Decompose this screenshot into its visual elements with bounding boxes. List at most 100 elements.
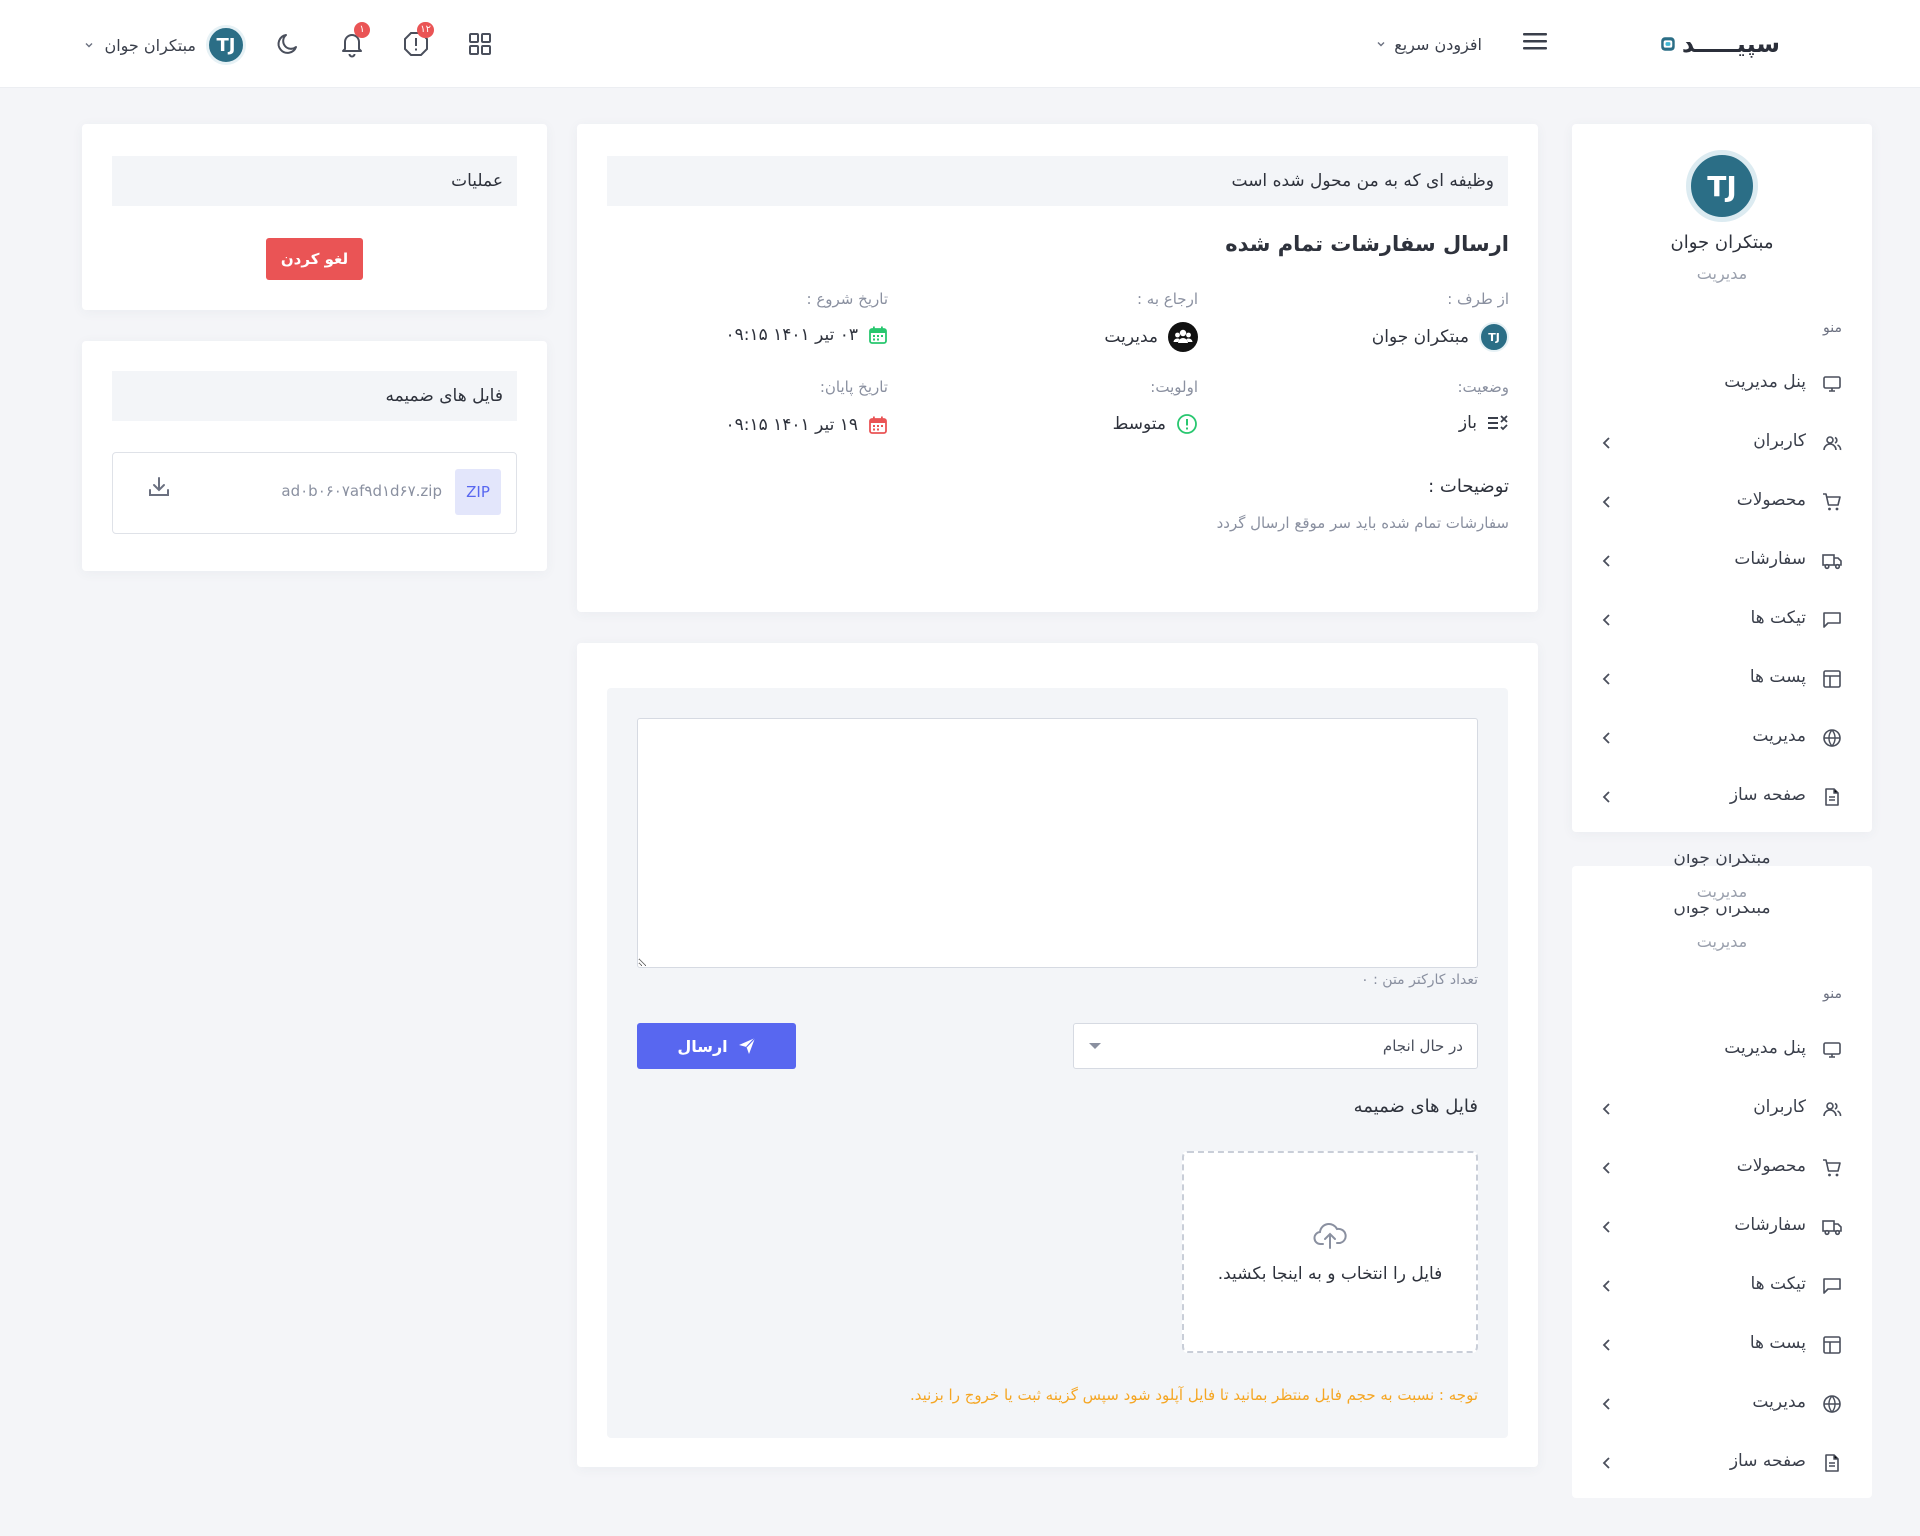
notifications-badge: ۱ [354, 22, 370, 38]
sidebar-item-1[interactable]: کاربران [1600, 421, 1842, 465]
users-group-icon [1168, 322, 1198, 352]
ghost-menu-caption: منو [1823, 986, 1842, 1002]
user-name: مبتکران جوان [104, 35, 196, 55]
moon-icon [277, 34, 297, 54]
sidebar-ghost-item-4[interactable]: تیکت ها [1600, 1264, 1842, 1308]
reply-attach-title: فایل های ضمیمه [1353, 1096, 1478, 1117]
cancel-button[interactable]: لغو کردن [266, 238, 363, 280]
sidebar-ghost-item-label: تیکت ها [1750, 1274, 1807, 1294]
sidebar-ghost-item-6[interactable]: مدیریت [1600, 1382, 1842, 1426]
sidebar-ghost-item-5[interactable]: پست ها [1600, 1323, 1842, 1367]
sidebar-ghost-item-7[interactable]: صفحه ساز [1600, 1441, 1842, 1485]
dropzone-text: فایل را انتخاب و به اینجا بکشید. [1217, 1264, 1443, 1284]
assigned-value: مدیریت [1104, 322, 1198, 352]
file-icon [1825, 1454, 1839, 1472]
attachment-item[interactable]: ZIP ad۰b۰۶۰۷af۹d۱d۶۷.zip [112, 452, 517, 534]
truck-icon [1822, 554, 1842, 570]
alerts-badge: ۱۲ [417, 22, 434, 38]
priority-value: متوسط [1113, 413, 1198, 435]
message-icon [1823, 612, 1841, 628]
upload-note: توجه : نسبت به حجم فایل منتظر بمانید تا … [909, 1386, 1478, 1404]
ghost-profile-role: مدیریت [1696, 882, 1748, 901]
sidebar-item-label: محصولات [1736, 490, 1806, 510]
quick-add-dropdown[interactable]: افزودن سریع [1372, 31, 1482, 57]
send-icon [738, 1037, 756, 1054]
from-avatar: TJ [1479, 322, 1509, 352]
sidebar-profile-role: مدیریت [1696, 264, 1748, 283]
chevron-left-icon [1602, 732, 1610, 744]
dark-mode-toggle[interactable] [272, 30, 302, 60]
ghost-profile-role-2: مدیریت [1696, 932, 1748, 951]
start-value-text: ۰۳ تیر ۱۴۰۱ ۰۹:۱۵ [725, 325, 858, 345]
send-label: ارسال [677, 1036, 728, 1056]
char-count: تعداد کارکتر متن : ۰ [1361, 972, 1478, 988]
task-card-header: وظیفه ای که به من محول شده است [607, 156, 1508, 206]
sidebar-item-label: تیکت ها [1750, 608, 1807, 628]
status-select[interactable]: در حال انجام [1073, 1023, 1478, 1069]
send-button[interactable]: ارسال [637, 1023, 796, 1069]
sidebar-ghost-item-label: صفحه ساز [1729, 1451, 1806, 1471]
file-icon [1825, 788, 1839, 806]
sidebar-ghost-item-2[interactable]: محصولات [1600, 1146, 1842, 1190]
reply-textarea[interactable] [637, 718, 1478, 968]
sidebar-item-2[interactable]: محصولات [1600, 480, 1842, 524]
operations-header: عملیات [112, 156, 517, 206]
chevron-left-icon [1602, 1339, 1610, 1351]
apps-button[interactable] [464, 30, 494, 60]
sidebar-ghost-item-0[interactable]: پنل مدیریت [1600, 1028, 1842, 1072]
sidebar-ghost-item-label: پست ها [1749, 1333, 1806, 1353]
calendar-icon [869, 326, 887, 344]
end-value: ۱۹ تیر ۱۴۰۱ ۰۹:۱۵ [725, 415, 888, 435]
sidebar-item-label: کاربران [1753, 431, 1806, 451]
users-icon [1823, 1102, 1842, 1117]
file-name: ad۰b۰۶۰۷af۹d۱d۶۷.zip [281, 482, 442, 500]
sidebar-item-label: سفارشات [1734, 549, 1806, 569]
sidebar-item-6[interactable]: مدیریت [1600, 716, 1842, 760]
notifications-button[interactable]: ۱ [336, 22, 370, 60]
globe-icon [1823, 729, 1841, 748]
upload-cloud-icon [1313, 1223, 1347, 1249]
assigned-label: ارجاع به : [1136, 290, 1198, 308]
sidebar-item-3[interactable]: سفارشات [1600, 539, 1842, 583]
start-label: تاریخ شروع : [806, 290, 888, 308]
layout-icon [1823, 1336, 1841, 1354]
status-value: باز [1459, 413, 1509, 433]
description-value: سفارشات تمام شده باید سر موقع ارسال گردد [1216, 514, 1509, 532]
end-value-text: ۱۹ تیر ۱۴۰۱ ۰۹:۱۵ [725, 415, 858, 435]
quick-add-label: افزودن سریع [1394, 34, 1482, 54]
cancel-label: لغو کردن [280, 250, 349, 268]
operations-header-text: عملیات [451, 171, 503, 191]
sidebar-item-7[interactable]: صفحه ساز [1600, 775, 1842, 819]
file-dropzone[interactable]: فایل را انتخاب و به اینجا بکشید. [1182, 1151, 1478, 1353]
sidebar-ghost-item-3[interactable]: سفارشات [1600, 1205, 1842, 1249]
alert-circle-icon [1177, 414, 1197, 434]
alerts-button[interactable]: ۱۲ [400, 22, 434, 60]
download-button[interactable] [147, 475, 171, 499]
sidebar-item-label: پست ها [1749, 667, 1806, 687]
sidebar-item-label: پنل مدیریت [1724, 372, 1806, 392]
priority-label: اولویت: [1150, 378, 1198, 396]
sidebar-ghost-item-1[interactable]: کاربران [1600, 1087, 1842, 1131]
logo[interactable]: سپیـــــد [1660, 28, 1780, 60]
chevron-left-icon [1602, 673, 1610, 685]
task-title: ارسال سفارشات تمام شده [1225, 232, 1509, 256]
chevron-left-icon [1602, 437, 1610, 449]
assigned-value-text: مدیریت [1104, 327, 1158, 347]
user-menu[interactable]: TJ مبتکران جوان [76, 24, 246, 66]
sidebar-item-0[interactable]: پنل مدیریت [1600, 362, 1842, 406]
sidebar-avatar[interactable]: TJ [1686, 150, 1758, 222]
menu-toggle-button[interactable] [1522, 30, 1548, 52]
chevron-down-icon [1377, 42, 1385, 47]
cart-icon [1823, 1159, 1841, 1177]
chevron-left-icon [1602, 791, 1610, 803]
grid-icon [469, 33, 491, 55]
chevron-down-icon [85, 43, 93, 48]
caret-down-icon [1089, 1043, 1101, 1049]
sidebar-item-5[interactable]: پست ها [1600, 657, 1842, 701]
sidebar-item-4[interactable]: تیکت ها [1600, 598, 1842, 642]
chevron-left-icon [1602, 496, 1610, 508]
chevron-left-icon [1602, 1280, 1610, 1292]
chevron-left-icon [1602, 555, 1610, 567]
avatar: TJ [206, 25, 246, 65]
status-label: وضعیت: [1457, 378, 1509, 396]
